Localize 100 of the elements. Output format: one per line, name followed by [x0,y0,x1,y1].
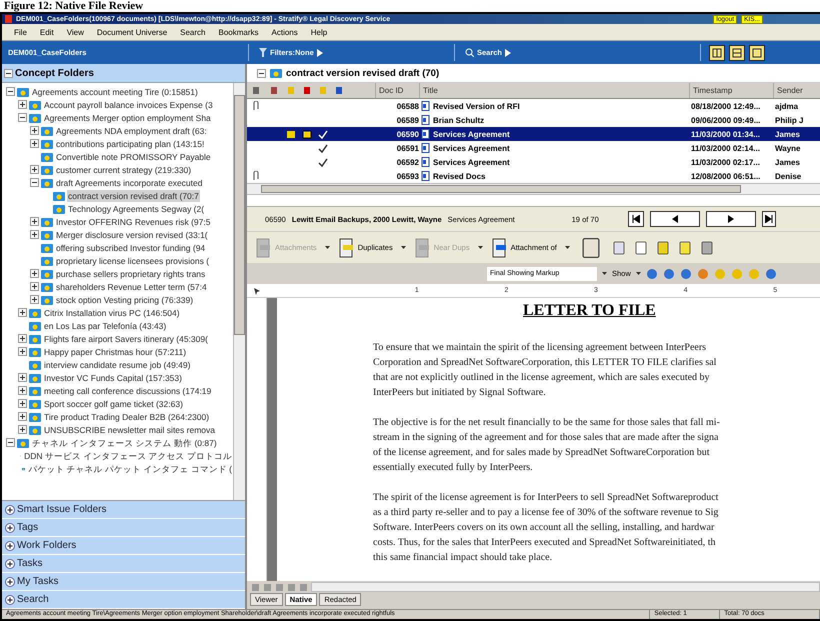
menu-item[interactable]: Bookmarks [218,28,259,36]
expand-icon[interactable] [18,425,27,434]
expand-icon[interactable] [18,373,27,382]
collapse-icon[interactable] [4,68,13,78]
scrollbar[interactable] [247,183,820,195]
caret-icon[interactable] [324,246,330,249]
expand-icon[interactable] [30,126,39,135]
expand-icon[interactable] [30,139,39,148]
tree-item[interactable]: shareholders Revenue Letter term (57:4 [55,280,208,292]
tree-item[interactable]: en Los Las par Telefonía (43:43) [43,320,168,332]
previous-button[interactable] [650,211,700,227]
column-header[interactable]: Doc ID [375,83,419,98]
table-row[interactable]: 06590 Services Agreement 11/03/2000 01:34... James [247,127,820,141]
column-header[interactable]: Timestamp [689,83,773,98]
tree-item[interactable]: Agreements NDA employment draft (63: [55,124,208,136]
tree-item[interactable]: Technology Agreements Segway (2( [67,202,206,214]
tree-item[interactable]: Convertible note PROMISSORY Payable [55,150,212,162]
tree-item[interactable]: Flights fare airport Savers itinerary (45:309( [43,332,209,344]
tree-item[interactable]: チャネル インタフェース システム 動作 (0:87) [31,436,218,448]
tree-item[interactable]: stock option Vesting pricing (76:339) [55,294,194,306]
collapse-icon[interactable] [18,113,27,122]
column-header[interactable]: Title [419,83,689,98]
tree-item[interactable]: offering subscribed Investor funding (94 [55,242,206,254]
expand-icon[interactable] [18,347,27,356]
arrow-icon [505,48,512,56]
scrollbar[interactable] [233,83,245,500]
tree-item[interactable]: customer current strategy (219:330) [55,164,192,176]
folder-icon [29,308,41,318]
tree-item[interactable]: Agreements account meeting Tire (0:15851) [31,86,199,98]
scrollbar[interactable] [311,582,820,592]
expand-icon[interactable] [30,282,39,291]
previous-icon [672,215,678,223]
table-cell-text: 06589 [396,116,419,124]
markup-icon[interactable] [662,268,675,280]
layout-button[interactable] [729,44,745,60]
tree-item[interactable]: interview candidate resume job (49:49) [43,358,192,370]
app-icon [5,15,12,23]
next-button[interactable] [706,211,756,227]
caret-icon[interactable] [478,246,483,249]
section-header[interactable]: My Tasks [2,573,245,591]
tree-item[interactable]: Sport soccer golf game ticket (32:63) [43,398,184,410]
section-header[interactable]: Search [2,591,245,609]
tree-item[interactable]: purchase sellers proprietary rights trans [55,268,206,280]
collapse-icon[interactable] [6,438,15,447]
caret-icon[interactable] [636,272,641,275]
expand-icon[interactable] [18,308,27,317]
menu-item[interactable]: View [66,28,84,36]
first-button[interactable] [628,211,644,227]
tree-item[interactable]: meeting call conference discussions (174:19 [43,384,212,396]
collapse-icon[interactable] [30,178,39,187]
section-header[interactable]: Smart Issue Folders [2,501,245,519]
expand-icon[interactable] [30,230,39,239]
expand-icon[interactable] [18,412,27,421]
expand-icon[interactable] [30,269,39,278]
tree-item[interactable]: パケット チャネル パケット インタフェ コマンド ( [27,462,233,474]
caret-icon[interactable] [400,246,406,249]
tree-item[interactable]: Tire product Trading Dealer B2B (264:2300) [43,410,210,422]
tree-item[interactable]: Agreements Merger option employment Sha [43,112,212,124]
document-text: InterPeers but initiated by Signal Software. [373,386,547,400]
column-header[interactable]: Sender [773,83,820,98]
markup-icon[interactable] [646,268,658,280]
markup-icon[interactable] [680,268,692,280]
tree-item[interactable]: Merger disclosure version revised (33:1( [55,228,209,240]
tree-item[interactable]: contract version revised draft (70:7 [67,190,200,202]
menu-item[interactable]: Edit [40,28,54,36]
tree-item[interactable]: Account payroll balance invoices Expense (3 [43,98,214,110]
expand-icon[interactable] [18,386,27,395]
layout-button[interactable] [709,44,725,60]
tree-item[interactable]: UNSUBSCRIBE newsletter mail sites remova [43,424,216,436]
expand-icon[interactable] [30,295,39,304]
menu-item[interactable]: File [14,28,27,36]
tree-item[interactable]: Investor OFFERING Revenues risk (97:5 [55,216,212,228]
collapse-icon[interactable] [6,87,15,96]
collapse-icon[interactable] [257,68,266,78]
tree-item[interactable]: draft Agreements incorporate executed [55,176,204,188]
menu-item[interactable]: Actions [272,28,298,36]
tree-item[interactable]: proprietary license licensees provisions ( [55,254,210,266]
last-button[interactable] [762,211,776,227]
section-header[interactable]: Tasks [2,555,245,573]
markup-icon[interactable] [764,268,777,280]
tree-item[interactable]: Happy paper Christmas hour (57:211) [43,346,188,358]
folder-icon [41,230,53,240]
tree-item[interactable]: DDN サービス インタフェース アクセス プロトコル [23,450,233,462]
menu-item[interactable]: Document Universe [96,28,168,36]
section-header[interactable]: Tags [2,519,245,537]
expand-icon[interactable] [18,100,27,109]
menu-item[interactable]: Search [180,28,206,36]
expand-icon[interactable] [18,399,27,408]
caret-icon[interactable] [602,272,607,275]
layout-button[interactable] [749,44,765,60]
menu-item[interactable]: Help [310,28,328,36]
tree-item[interactable]: contributions participating plan (143:15! [55,138,206,150]
expand-icon[interactable] [30,217,39,226]
tab-stop-icon[interactable] [252,286,262,296]
tree-item[interactable]: Investor VC Funds Capital (157:353) [43,372,183,384]
section-header[interactable]: Work Folders [2,537,245,555]
expand-icon[interactable] [18,334,27,343]
expand-icon[interactable] [30,165,39,174]
caret-icon[interactable] [564,246,570,249]
tree-item[interactable]: Citrix Installation virus PC (146:504) [43,306,181,318]
